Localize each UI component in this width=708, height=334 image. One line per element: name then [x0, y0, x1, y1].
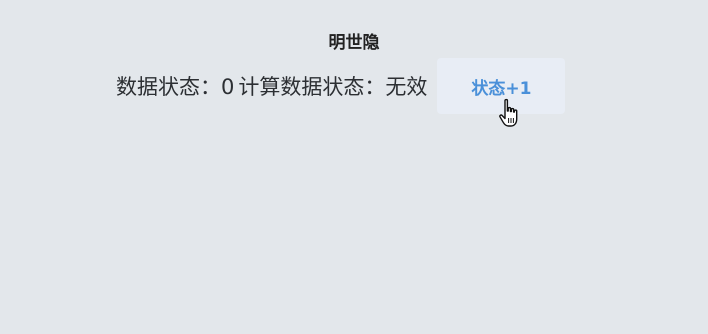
- page-title: 明世隐: [328, 33, 380, 53]
- data-state-value: 0: [221, 75, 235, 99]
- data-state-label: 数据状态：: [116, 75, 221, 99]
- computed-state-label: 计算数据状态：: [238, 75, 386, 99]
- status-text: 数据状态：0 计算数据状态：无效: [116, 71, 427, 101]
- computed-state-value: 无效: [385, 75, 428, 99]
- hand-pointer-icon: [499, 98, 518, 127]
